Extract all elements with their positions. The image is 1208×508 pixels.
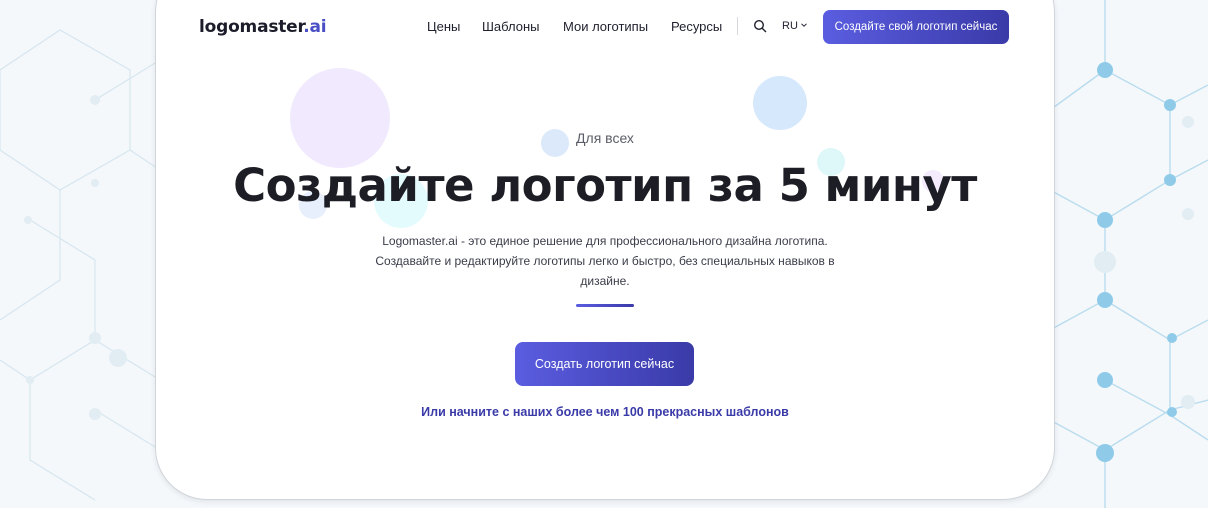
logo-suffix: .ai <box>303 17 327 37</box>
hero-card: logomaster.ai Цены Шаблоны Мои логотипы … <box>155 0 1055 500</box>
nav-resources[interactable]: Ресурсы <box>671 19 722 34</box>
create-logo-header-button[interactable]: Создайте свой логотип сейчас <box>823 10 1009 44</box>
nav-pricing[interactable]: Цены <box>427 19 460 34</box>
decor-circle <box>290 68 390 168</box>
chevron-down-icon[interactable] <box>800 21 808 29</box>
logo-text: logomaster <box>199 17 304 37</box>
nav-my-logos[interactable]: Мои логотипы <box>563 19 648 34</box>
nav-divider <box>737 17 738 35</box>
language-selector[interactable]: RU <box>782 20 798 32</box>
accent-divider <box>576 304 634 307</box>
logo[interactable]: logomaster.ai <box>199 17 327 37</box>
search-icon[interactable] <box>753 19 767 33</box>
create-logo-button[interactable]: Создать логотип сейчас <box>515 342 694 386</box>
hero-eyebrow: Для всех <box>576 130 634 146</box>
decor-circle <box>753 76 807 130</box>
nav-templates[interactable]: Шаблоны <box>482 19 540 34</box>
hero-headline: Создайте логотип за 5 минут <box>233 159 977 212</box>
templates-link[interactable]: Или начните с наших более чем 100 прекра… <box>156 405 1054 419</box>
hero-description: Logomaster.ai - это единое решение для п… <box>375 234 835 288</box>
